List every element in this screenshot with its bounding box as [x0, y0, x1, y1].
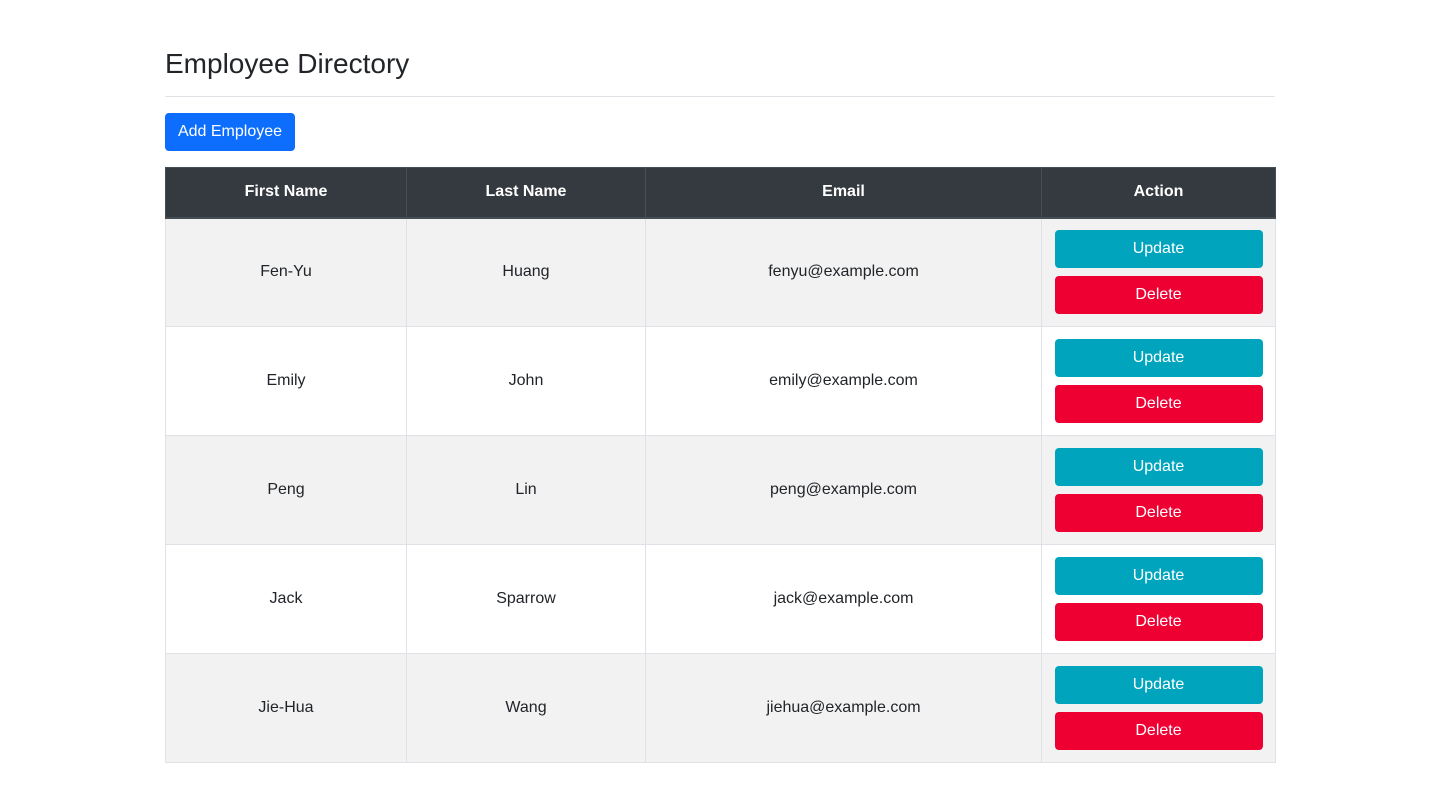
cell-action: Update Delete: [1041, 544, 1276, 654]
delete-button[interactable]: Delete: [1054, 603, 1263, 641]
cell-first-name: Jie-Hua: [165, 653, 407, 763]
employee-table: First Name Last Name Email Action Fen-Yu…: [165, 167, 1276, 763]
table-row: Jie-Hua Wang jiehua@example.com Update D…: [165, 653, 1276, 763]
cell-first-name: Jack: [165, 544, 407, 654]
cell-last-name: Huang: [406, 217, 646, 327]
cell-last-name: John: [406, 326, 646, 436]
cell-last-name: Sparrow: [406, 544, 646, 654]
cell-action: Update Delete: [1041, 653, 1276, 763]
table-row: Fen-Yu Huang fenyu@example.com Update De…: [165, 217, 1276, 327]
cell-email: jack@example.com: [645, 544, 1042, 654]
add-employee-button[interactable]: Add Employee: [165, 113, 295, 151]
action-group: Update Delete: [1042, 448, 1275, 532]
cell-email: emily@example.com: [645, 326, 1042, 436]
title-divider: [165, 96, 1275, 97]
cell-email: peng@example.com: [645, 435, 1042, 545]
delete-button[interactable]: Delete: [1054, 385, 1263, 423]
cell-action: Update Delete: [1041, 326, 1276, 436]
cell-last-name: Wang: [406, 653, 646, 763]
header-action: Action: [1041, 167, 1276, 219]
update-button[interactable]: Update: [1054, 666, 1263, 704]
table-header: First Name Last Name Email Action: [165, 167, 1276, 219]
update-button[interactable]: Update: [1054, 339, 1263, 377]
delete-button[interactable]: Delete: [1054, 712, 1263, 750]
action-group: Update Delete: [1042, 230, 1275, 315]
cell-email: jiehua@example.com: [645, 653, 1042, 763]
update-button[interactable]: Update: [1054, 448, 1263, 486]
table-row: Peng Lin peng@example.com Update Delete: [165, 435, 1276, 545]
header-row: First Name Last Name Email Action: [165, 167, 1276, 219]
action-group: Update Delete: [1042, 666, 1275, 750]
cell-email: fenyu@example.com: [645, 217, 1042, 327]
table-body: Fen-Yu Huang fenyu@example.com Update De…: [165, 217, 1276, 763]
header-last-name: Last Name: [406, 167, 646, 219]
action-group: Update Delete: [1042, 339, 1275, 423]
cell-first-name: Fen-Yu: [165, 217, 407, 327]
cell-first-name: Peng: [165, 435, 407, 545]
page-title: Employee Directory: [165, 48, 410, 79]
cell-first-name: Emily: [165, 326, 407, 436]
header-email: Email: [645, 167, 1042, 219]
cell-action: Update Delete: [1041, 435, 1276, 545]
update-button[interactable]: Update: [1054, 557, 1263, 595]
cell-action: Update Delete: [1041, 217, 1276, 327]
table-row: Jack Sparrow jack@example.com Update Del…: [165, 544, 1276, 654]
cell-last-name: Lin: [406, 435, 646, 545]
delete-button[interactable]: Delete: [1054, 276, 1263, 315]
table-row: Emily John emily@example.com Update Dele…: [165, 326, 1276, 436]
header-first-name: First Name: [165, 167, 407, 219]
action-group: Update Delete: [1042, 557, 1275, 641]
update-button[interactable]: Update: [1054, 230, 1263, 269]
delete-button[interactable]: Delete: [1054, 494, 1263, 532]
